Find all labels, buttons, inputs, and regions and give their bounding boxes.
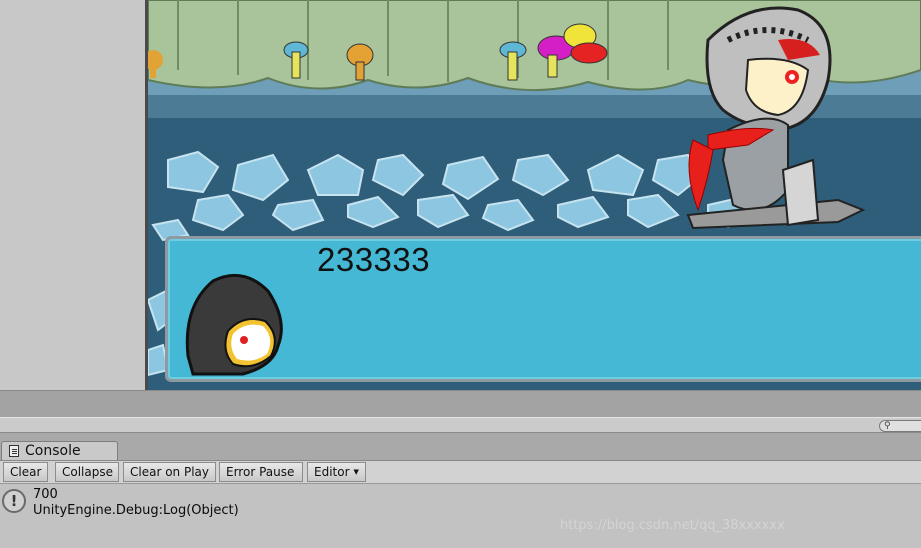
clear-on-play-button[interactable]: Clear on Play — [123, 462, 216, 482]
log-stacktrace: UnityEngine.Debug:Log(Object) — [33, 503, 239, 518]
panel-splitter[interactable] — [0, 417, 921, 433]
info-icon: ! — [2, 489, 26, 513]
hierarchy-panel — [0, 0, 147, 390]
chevron-down-icon: ▼ — [353, 468, 359, 476]
console-icon — [9, 445, 19, 457]
clear-button-label: Clear — [10, 465, 42, 479]
hooded-portrait-icon — [185, 273, 283, 376]
error-pause-label: Error Pause — [226, 465, 295, 479]
collapse-button[interactable]: Collapse — [55, 462, 119, 482]
editor-dropdown-label: Editor — [314, 465, 350, 479]
tab-console[interactable]: Console — [1, 441, 118, 461]
clear-button[interactable]: Clear — [3, 462, 48, 482]
unity-editor-window: 233333 ⚲ Console Clear Collapse Clear on… — [0, 0, 921, 548]
gameview-bottom-bar — [0, 390, 921, 417]
watermark: https://blog.csdn.net/qq_38xxxxxx — [560, 518, 785, 533]
console-search-field[interactable]: ⚲ — [879, 420, 921, 432]
console-tab-bar — [0, 433, 921, 460]
error-pause-button[interactable]: Error Pause — [219, 462, 303, 482]
editor-dropdown[interactable]: Editor ▼ — [307, 462, 366, 482]
collapse-button-label: Collapse — [62, 465, 113, 479]
dialog-text: 233333 — [317, 241, 431, 278]
search-icon: ⚲ — [884, 421, 891, 431]
clear-on-play-label: Clear on Play — [130, 465, 209, 479]
tab-console-label: Console — [25, 443, 81, 459]
log-message: 700 — [33, 487, 58, 502]
